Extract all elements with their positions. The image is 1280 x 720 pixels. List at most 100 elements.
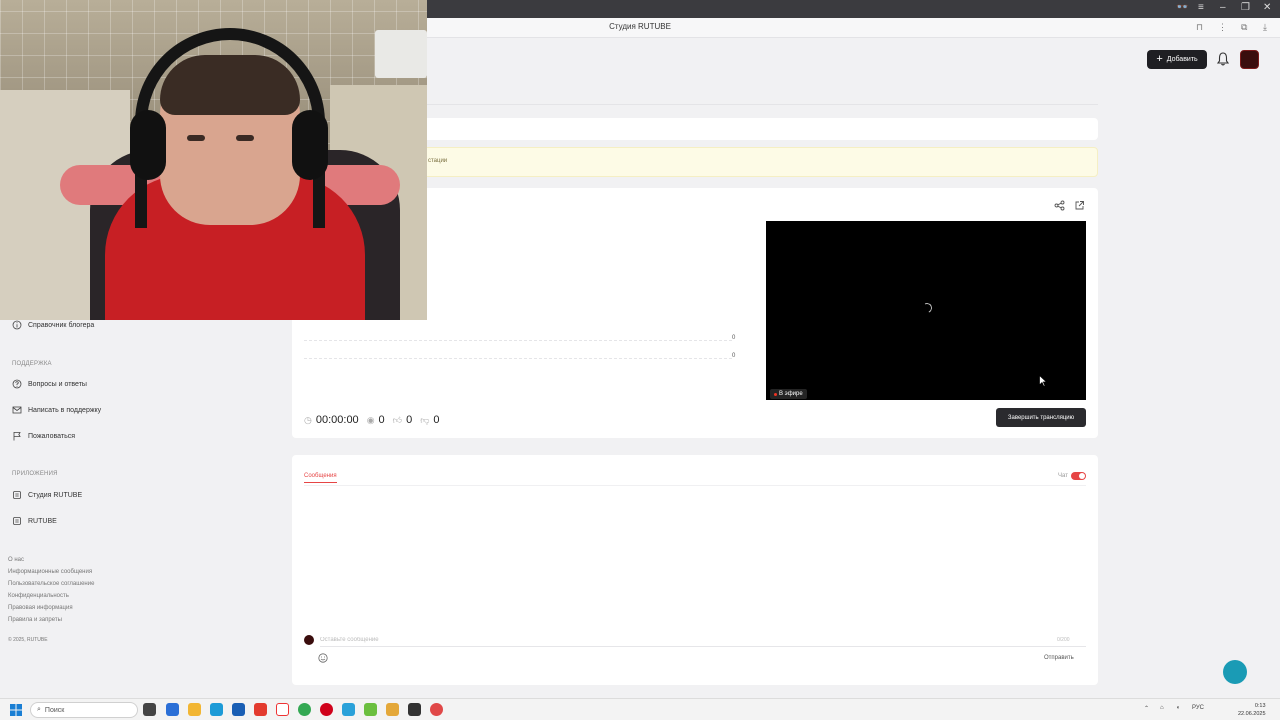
flag-icon	[13, 432, 21, 441]
taskbar-search-label: Поиск	[44, 706, 65, 714]
store-icon[interactable]	[232, 703, 245, 716]
clock-time: 0:13	[1254, 703, 1266, 709]
sidebar-heading-apps: ПРИЛОЖЕНИЯ	[12, 471, 58, 477]
yandex-icon[interactable]	[254, 703, 267, 716]
stat-row-value: 0	[732, 353, 736, 359]
volume-icon[interactable]: ◖	[1176, 705, 1180, 711]
footer-link[interactable]: Информационные сообщения	[8, 569, 92, 575]
divider	[304, 485, 1086, 486]
app-icon	[13, 517, 21, 525]
chat-card: Сообщения Чат 0/200 Отправить	[292, 455, 1098, 685]
sidebar-item-rutube[interactable]: RUTUBE	[12, 516, 57, 526]
sidebar-item-blogger-guide[interactable]: Справочник блогера	[12, 320, 94, 330]
message-input[interactable]	[320, 633, 1086, 647]
likes-value: 0	[406, 414, 413, 426]
sidebar-item-label: RUTUBE	[28, 517, 57, 525]
footer-link[interactable]: Конфиденциальность	[8, 593, 69, 599]
share-icon[interactable]	[1054, 200, 1065, 211]
tab-messages[interactable]: Сообщения	[304, 473, 337, 483]
clock[interactable]: 0:13 22.06.2025	[1238, 702, 1266, 718]
taskbar-search[interactable]: ⌕ Поиск	[30, 702, 138, 718]
edge-icon[interactable]	[210, 703, 223, 716]
chrome-icon[interactable]	[298, 703, 311, 716]
headset-earcup	[130, 110, 166, 180]
char-counter: 0/200	[1057, 637, 1070, 643]
webcam-overlay	[0, 0, 427, 320]
dislikes-value: 0	[433, 414, 440, 426]
sidebar-item-label: Написать в поддержку	[28, 406, 102, 414]
clock-icon: ◷	[304, 414, 312, 425]
likes-stat: 👍︎ 0	[393, 414, 413, 426]
app-icon	[13, 491, 21, 499]
close-icon[interactable]: ✕	[1263, 2, 1271, 13]
sidebar-item-studio[interactable]: Студия RUTUBE	[12, 490, 82, 500]
send-button[interactable]: Отправить	[1044, 655, 1074, 661]
avatar	[304, 635, 314, 645]
microwave	[375, 30, 427, 78]
stat-row-value: 0	[732, 335, 736, 341]
live-label: В эфире	[779, 391, 803, 397]
views-stat: ◉ 0	[367, 414, 385, 426]
thumbs-down-icon: 👎︎	[420, 414, 430, 425]
help-chat-button[interactable]	[1223, 660, 1247, 684]
search-icon: ⌕	[37, 706, 41, 713]
user-avatar[interactable]	[1240, 50, 1259, 69]
duration-value: 00:00:00	[315, 414, 359, 426]
minimize-icon[interactable]: –	[1220, 2, 1226, 13]
menu-icon[interactable]: ≡	[1198, 2, 1204, 13]
bell-icon[interactable]	[1217, 52, 1229, 66]
toggle-knob	[1079, 473, 1085, 479]
eye-icon: ◉	[366, 414, 375, 425]
sidebar-item-label: Пожаловаться	[28, 432, 76, 440]
app-icon[interactable]	[364, 703, 377, 716]
dislikes-stat: 👎︎ 0	[420, 414, 439, 426]
app-icon[interactable]	[430, 703, 443, 716]
telegram-icon[interactable]	[342, 703, 355, 716]
footer-link[interactable]: Правовая информация	[8, 605, 73, 611]
footer-link[interactable]: Пользовательское соглашение	[8, 581, 94, 587]
incognito-icon[interactable]: 👓	[1176, 2, 1188, 13]
external-link-icon[interactable]	[1074, 200, 1085, 211]
restore-icon[interactable]: ❐	[1241, 2, 1250, 13]
app-icon[interactable]	[386, 703, 399, 716]
folder-icon[interactable]	[188, 703, 201, 716]
add-button[interactable]: + Добавить	[1147, 50, 1207, 69]
footer-link[interactable]: Правила и запреты	[8, 617, 62, 623]
notice-text: стации	[428, 158, 448, 164]
download-icon[interactable]: ⤓	[1263, 22, 1267, 33]
taskbar: ⌕ Поиск ⌃ ⌂ ◖ РУС 0:13 22.06.2025	[0, 698, 1280, 720]
yandex-browser-icon[interactable]	[276, 703, 289, 716]
live-badge: В эфире	[770, 389, 807, 399]
stat-row-line	[304, 358, 732, 359]
chat-toggle-label: Чат	[1058, 473, 1068, 479]
emoji-icon[interactable]	[318, 653, 328, 663]
bookmark-icon[interactable]: ⊓	[1196, 22, 1203, 33]
chat-toggle[interactable]	[1071, 472, 1086, 480]
sidebar-item-faq[interactable]: Вопросы и ответы	[12, 379, 87, 389]
thumbs-up-icon: 👍︎	[392, 414, 403, 425]
language-indicator[interactable]: РУС	[1192, 705, 1204, 711]
task-view-icon[interactable]	[143, 703, 156, 716]
sidebar-item-report[interactable]: Пожаловаться	[12, 431, 75, 441]
info-icon	[12, 320, 22, 330]
mail-icon	[12, 406, 22, 414]
footer-link[interactable]: О нас	[8, 557, 24, 563]
opera-icon[interactable]	[320, 703, 333, 716]
more-icon[interactable]: ⋮	[1218, 22, 1227, 33]
network-icon[interactable]: ⌂	[1160, 705, 1164, 711]
video-player[interactable]: В эфире	[766, 221, 1086, 400]
stream-stats: ◷ 00:00:00 ◉ 0 👍︎ 0 👎︎ 0	[304, 413, 439, 427]
app-icon[interactable]	[408, 703, 421, 716]
views-value: 0	[378, 414, 385, 426]
windows-start-icon[interactable]	[10, 704, 22, 716]
clock-date: 22.06.2025	[1238, 711, 1266, 717]
sidebar-item-write-support[interactable]: Написать в поддержку	[12, 405, 101, 415]
extensions-icon[interactable]: ⧉	[1241, 22, 1247, 33]
end-stream-button[interactable]: Завершить трансляцию	[996, 408, 1086, 427]
app-icon[interactable]	[166, 703, 179, 716]
tray-chevron-icon[interactable]: ⌃	[1144, 705, 1149, 712]
sidebar-item-label: Студия RUTUBE	[28, 491, 83, 499]
live-dot-icon	[774, 392, 777, 396]
headset-earcup	[292, 110, 328, 180]
loading-spinner-icon	[920, 301, 934, 315]
